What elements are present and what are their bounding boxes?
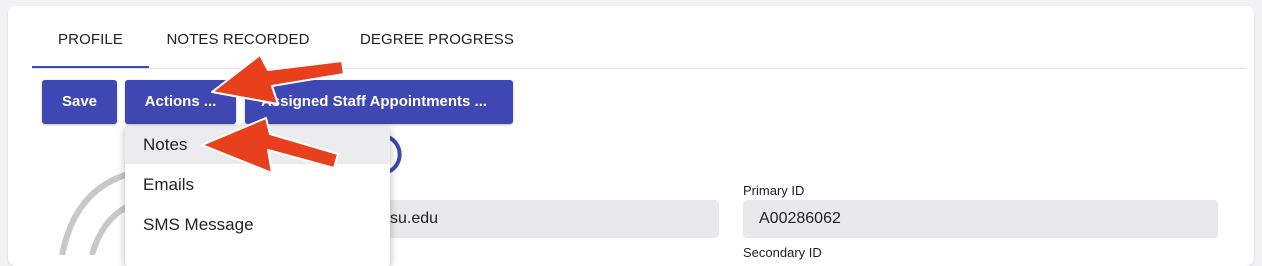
menu-item-sms-message[interactable]: SMS Message <box>125 206 390 244</box>
primary-id-label: Primary ID <box>743 183 805 198</box>
save-button[interactable]: Save <box>42 80 117 124</box>
menu-item-notes[interactable]: Notes <box>125 126 390 164</box>
primary-id-field[interactable]: A00286062 <box>743 200 1218 238</box>
actions-dropdown-menu: Notes Emails SMS Message <box>125 126 390 266</box>
email-field[interactable]: su.edu <box>380 200 719 238</box>
tab-notes-recorded[interactable]: NOTES RECORDED <box>163 12 313 68</box>
tab-bar: PROFILE NOTES RECORDED DEGREE PROGRESS <box>32 12 1246 69</box>
actions-button[interactable]: Actions ... <box>125 80 236 124</box>
tab-profile[interactable]: PROFILE <box>32 12 149 68</box>
tab-degree-progress[interactable]: DEGREE PROGRESS <box>352 12 522 68</box>
menu-item-emails[interactable]: Emails <box>125 166 390 204</box>
assigned-staff-appointments-button[interactable]: Assigned Staff Appointments ... <box>245 80 513 124</box>
secondary-id-label: Secondary ID <box>743 245 822 260</box>
